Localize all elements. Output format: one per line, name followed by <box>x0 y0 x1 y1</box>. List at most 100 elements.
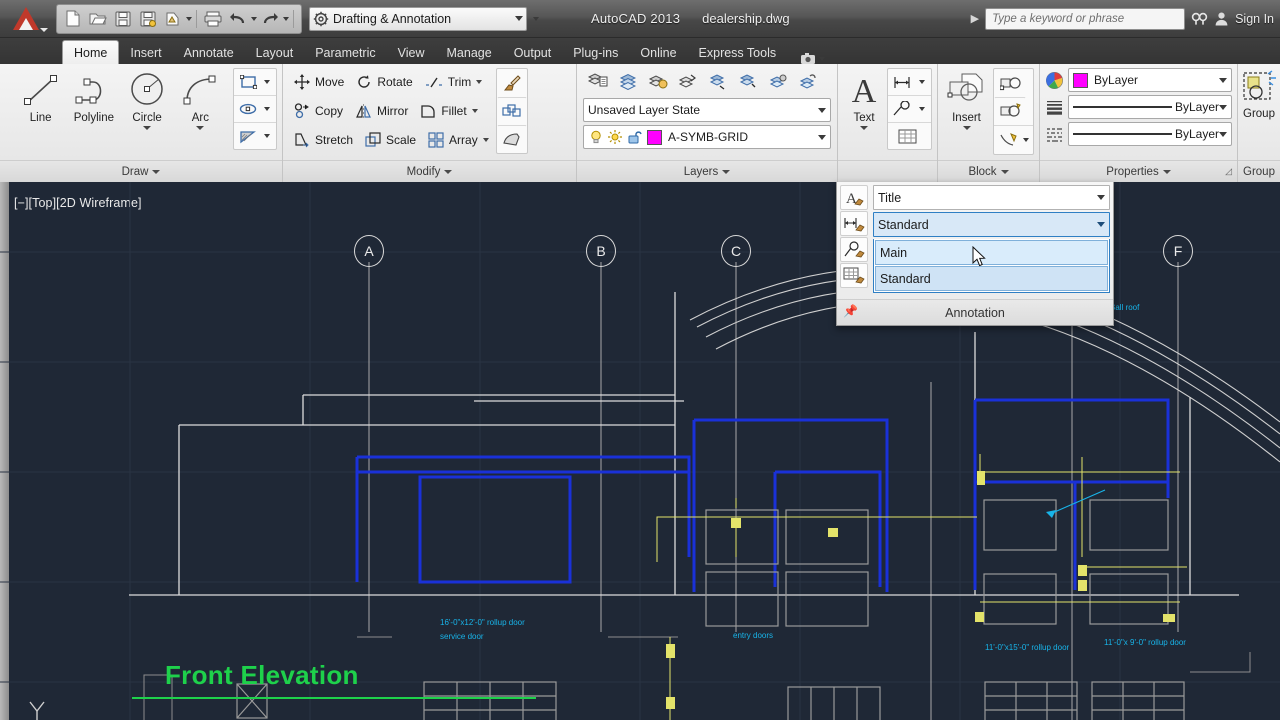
annotation-rollup-door-right-2[interactable]: 11'-0"x 9'-0" rollup door <box>1104 638 1186 647</box>
tab-express-tools[interactable]: Express Tools <box>688 42 788 64</box>
annotation-entry-doors[interactable]: entry doors <box>733 631 773 640</box>
current-layer-combo[interactable]: A-SYMB-GRID <box>583 125 831 149</box>
plot-icon[interactable] <box>201 7 225 31</box>
infocenter-expand-icon[interactable]: ▶ <box>971 12 979 25</box>
text-style-icon[interactable]: A <box>840 185 868 210</box>
panel-title-block[interactable]: Block <box>938 160 1039 182</box>
drawing-title[interactable]: Front Elevation <box>165 660 359 691</box>
lineweight-icon[interactable] <box>1045 98 1064 117</box>
match-properties-icon[interactable] <box>497 69 527 97</box>
chevron-down-icon[interactable] <box>860 126 868 130</box>
annotation-rollup-door-left[interactable]: 16'-0"x12'-0" rollup door <box>440 618 525 627</box>
panel-title-layers[interactable]: Layers <box>577 160 837 182</box>
text-style-combo[interactable]: Title <box>873 185 1110 210</box>
leader-icon[interactable] <box>888 96 916 122</box>
lineweight-combo[interactable]: ByLayer <box>1068 95 1232 119</box>
panel-title-annotation-stub[interactable] <box>838 160 937 182</box>
panel-title-properties[interactable]: Properties ◿ <box>1040 160 1237 182</box>
annotation-text-button[interactable]: A Text <box>844 68 884 130</box>
chevron-down-icon[interactable] <box>819 57 825 61</box>
layer-color-swatch[interactable] <box>647 130 662 145</box>
option-standard[interactable]: Standard <box>875 266 1108 291</box>
draw-polyline-button[interactable]: Polyline <box>67 68 120 124</box>
tab-parametric[interactable]: Parametric <box>304 42 386 64</box>
tab-plugins[interactable]: Plug-ins <box>562 42 629 64</box>
chevron-down-icon[interactable] <box>1219 132 1227 137</box>
dimension-style-combo[interactable]: Standard <box>873 212 1110 237</box>
saveas-icon[interactable] <box>136 7 160 31</box>
draw-arc-button[interactable]: Arc <box>174 68 227 130</box>
layer-isolate-icon[interactable] <box>613 67 642 95</box>
ellipse-dropdown-icon[interactable] <box>264 107 270 111</box>
grid-bubble-a[interactable]: A <box>354 235 384 267</box>
layer-properties-icon[interactable] <box>583 67 612 95</box>
modify-array-button[interactable]: Array <box>425 126 492 154</box>
sun-freeze-icon[interactable] <box>607 129 623 145</box>
chevron-down-icon[interactable] <box>515 16 523 21</box>
define-attributes-icon[interactable] <box>994 126 1022 154</box>
modify-mirror-button[interactable]: Mirror <box>352 97 411 125</box>
ribbon-display-options[interactable] <box>801 53 825 64</box>
chevron-down-icon[interactable] <box>818 108 826 113</box>
undo-dropdown-icon[interactable] <box>251 17 257 21</box>
chevron-down-icon[interactable] <box>143 126 151 130</box>
group-button[interactable]: Group <box>1240 68 1278 120</box>
tab-online[interactable]: Online <box>629 42 687 64</box>
object-color-combo[interactable]: ByLayer <box>1068 68 1232 92</box>
ellipse-icon[interactable] <box>234 96 262 122</box>
modify-scale-button[interactable]: Scale <box>362 126 419 154</box>
plot-preview-dropdown-icon[interactable] <box>186 17 192 21</box>
leader-dropdown-icon[interactable] <box>919 107 925 111</box>
grid-bubble-f[interactable]: F <box>1163 235 1193 267</box>
chevron-down-icon[interactable] <box>472 109 478 113</box>
layer-unisolate-icon[interactable] <box>643 67 672 95</box>
edit-attributes-icon[interactable] <box>994 97 1026 125</box>
tab-output[interactable]: Output <box>503 42 563 64</box>
modify-rotate-button[interactable]: Rotate <box>353 68 415 96</box>
define-attributes-dropdown-icon[interactable] <box>1023 138 1029 142</box>
lightbulb-icon[interactable] <box>588 129 604 145</box>
hatch-icon[interactable] <box>234 123 262 149</box>
redo-dropdown-icon[interactable] <box>283 17 289 21</box>
pin-icon[interactable]: 📌 <box>843 304 858 318</box>
modify-fillet-button[interactable]: Fillet <box>417 97 480 125</box>
chevron-down-icon[interactable] <box>818 135 826 140</box>
option-main[interactable]: Main <box>875 240 1108 265</box>
modify-trim-button[interactable]: Trim <box>422 68 486 96</box>
tab-home[interactable]: Home <box>62 40 119 64</box>
sign-in-link[interactable]: Sign In <box>1235 12 1274 26</box>
layer-unlock-icon[interactable] <box>793 67 822 95</box>
tab-annotate[interactable]: Annotate <box>173 42 245 64</box>
chevron-down-icon[interactable] <box>1219 78 1227 83</box>
chevron-down-icon[interactable] <box>196 126 204 130</box>
color-wheel-icon[interactable] <box>1045 71 1064 90</box>
chevron-down-icon[interactable] <box>963 126 971 130</box>
workspace-more-icon[interactable] <box>533 17 539 21</box>
layer-freeze-icon[interactable] <box>673 67 702 95</box>
annotation-flyout-footer[interactable]: 📌 Annotation <box>837 299 1113 325</box>
draw-circle-button[interactable]: Circle <box>121 68 174 130</box>
hatch-dropdown-icon[interactable] <box>264 134 270 138</box>
chevron-down-icon[interactable] <box>476 80 482 84</box>
user-avatar-icon[interactable] <box>1214 11 1229 26</box>
chevron-down-icon[interactable] <box>1219 105 1227 110</box>
tab-manage[interactable]: Manage <box>436 42 503 64</box>
table-icon[interactable] <box>888 123 926 149</box>
properties-dialog-launcher-icon[interactable]: ◿ <box>1225 166 1232 177</box>
search-input[interactable]: Type a keyword or phrase <box>985 8 1185 30</box>
annotation-service-door[interactable]: service door <box>440 632 484 641</box>
block-insert-button[interactable]: Insert <box>943 68 990 130</box>
layer-off-icon[interactable] <box>703 67 732 95</box>
modify-copy-button[interactable]: Copy <box>291 97 346 125</box>
chevron-down-icon[interactable] <box>1097 195 1105 200</box>
undo-icon[interactable] <box>226 7 250 31</box>
chevron-down-icon[interactable] <box>1097 222 1105 227</box>
linetype-icon[interactable] <box>1045 125 1064 144</box>
layer-lock-icon[interactable] <box>763 67 792 95</box>
redo-icon[interactable] <box>258 7 282 31</box>
layer-state-combo[interactable]: Unsaved Layer State <box>583 98 831 122</box>
dimension-dropdown-icon[interactable] <box>919 80 925 84</box>
grid-bubble-b[interactable]: B <box>586 235 616 267</box>
panel-title-modify[interactable]: Modify <box>283 160 576 182</box>
draw-line-button[interactable]: Line <box>14 68 67 124</box>
